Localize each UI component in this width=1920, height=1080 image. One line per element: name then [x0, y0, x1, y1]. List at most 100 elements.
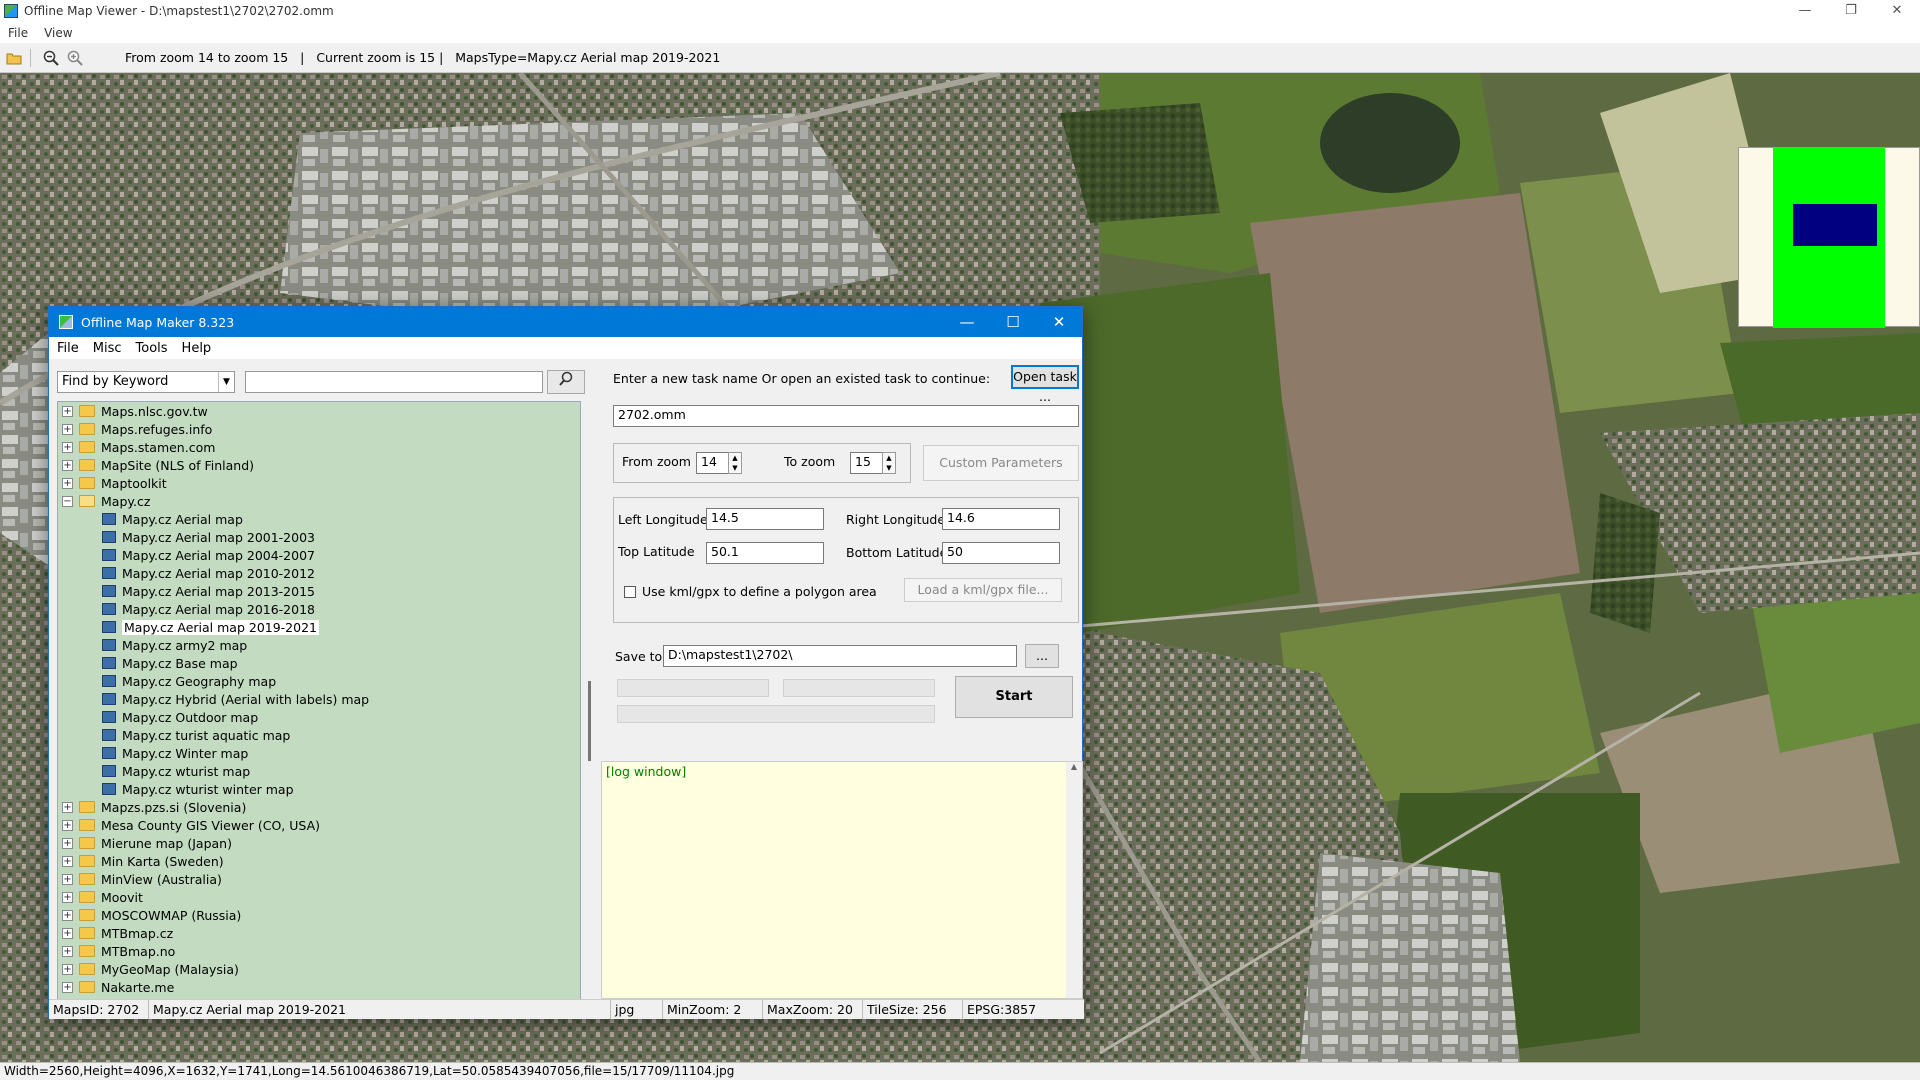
save-to-input[interactable]: D:\mapstest1\2702\	[663, 645, 1017, 667]
minimize-button[interactable]: —	[1782, 0, 1828, 22]
collapse-icon[interactable]: −	[62, 495, 73, 507]
folder-icon	[79, 873, 95, 885]
dialog-menu-misc[interactable]: Misc	[93, 341, 122, 356]
tree-item[interactable]: + Nakarte.me	[58, 978, 580, 996]
expand-icon[interactable]: +	[62, 441, 73, 453]
dialog-maximize-button[interactable]: ☐	[990, 307, 1036, 337]
open-task-button[interactable]: Open task ...	[1011, 365, 1079, 404]
custom-parameters-button[interactable]: Custom Parameters	[923, 445, 1079, 481]
tree-item-label: Mapy.cz Aerial map 2019-2021	[122, 619, 319, 635]
tree-item[interactable]: Mapy.cz Geography map	[58, 672, 580, 690]
expand-icon[interactable]: +	[62, 873, 73, 885]
from-zoom-input[interactable]: 14	[696, 452, 730, 474]
zoom-in-icon[interactable]	[65, 48, 85, 68]
right-longitude-input[interactable]: 14.6	[942, 508, 1060, 530]
tree-item[interactable]: + Mierune map (Japan)	[58, 834, 580, 852]
tree-item[interactable]: Mapy.cz Aerial map 2001-2003	[58, 528, 580, 546]
tree-item[interactable]: + MapSite (NLS of Finland)	[58, 456, 580, 474]
expand-icon[interactable]: +	[62, 819, 73, 831]
tree-scrollbar-thumb[interactable]	[588, 681, 591, 761]
tree-item[interactable]: Mapy.cz Base map	[58, 654, 580, 672]
expand-icon[interactable]: +	[62, 405, 73, 417]
tree-item[interactable]: Mapy.cz Hybrid (Aerial with labels) map	[58, 690, 580, 708]
zoom-out-icon[interactable]	[41, 48, 61, 68]
to-zoom-spinner[interactable]: ▲ ▼	[882, 452, 896, 474]
tree-item[interactable]: Mapy.cz army2 map	[58, 636, 580, 654]
tree-item[interactable]: + Maps.refuges.info	[58, 420, 580, 438]
dropdown-arrow-icon[interactable]: ▼	[218, 372, 234, 392]
tree-item[interactable]: + Moovit	[58, 888, 580, 906]
to-zoom-input[interactable]: 15	[850, 452, 884, 474]
dialog-menu-file[interactable]: File	[57, 341, 79, 356]
bottom-latitude-input[interactable]: 50	[942, 542, 1060, 564]
start-button[interactable]: Start	[955, 676, 1073, 718]
tree-item[interactable]: + MTBmap.no	[58, 942, 580, 960]
tree-item[interactable]: − Mapy.cz	[58, 492, 580, 510]
find-mode-select[interactable]: Find by Keyword ▼	[57, 371, 235, 393]
tree-item[interactable]: Mapy.cz turist aquatic map	[58, 726, 580, 744]
tree-item[interactable]: + MinView (Australia)	[58, 870, 580, 888]
tree-item[interactable]: Mapy.cz Outdoor map	[58, 708, 580, 726]
folder-icon	[79, 891, 95, 903]
tree-item[interactable]: Mapy.cz Winter map	[58, 744, 580, 762]
tree-item[interactable]: + MTBmap.cz	[58, 924, 580, 942]
tree-item[interactable]: + Mapzs.pzs.si (Slovenia)	[58, 798, 580, 816]
expand-icon[interactable]: +	[62, 459, 73, 471]
tree-item[interactable]: Mapy.cz wturist winter map	[58, 780, 580, 798]
tree-item[interactable]: Mapy.cz Aerial map 2010-2012	[58, 564, 580, 582]
expand-icon[interactable]: +	[62, 801, 73, 813]
minimap[interactable]	[1738, 147, 1920, 328]
tree-item[interactable]: Mapy.cz Aerial map 2016-2018	[58, 600, 580, 618]
minimap-viewport[interactable]	[1793, 204, 1877, 246]
status-max-zoom: MaxZoom: 20	[763, 1000, 863, 1019]
dialog-menu-tools[interactable]: Tools	[136, 341, 168, 356]
expand-icon[interactable]: +	[62, 891, 73, 903]
left-longitude-input[interactable]: 14.5	[706, 508, 824, 530]
tree-item[interactable]: + Min Karta (Sweden)	[58, 852, 580, 870]
tree-item[interactable]: + MyGeoMap (Malaysia)	[58, 960, 580, 978]
map-source-pane: Find by Keyword ▼ + Maps.nlsc.gov.tw + Maps…	[53, 363, 598, 1005]
expand-icon[interactable]: +	[62, 423, 73, 435]
tree-item[interactable]: + MOSCOWMAP (Russia)	[58, 906, 580, 924]
log-scrollbar[interactable]: ▲	[1066, 762, 1082, 998]
tree-scrollbar[interactable]	[585, 401, 595, 1001]
tree-item[interactable]: Mapy.cz Aerial map 2013-2015	[58, 582, 580, 600]
expand-icon[interactable]: +	[62, 945, 73, 957]
expand-icon[interactable]: +	[62, 909, 73, 921]
tree-item[interactable]: + Mesa County GIS Viewer (CO, USA)	[58, 816, 580, 834]
from-zoom-spinner[interactable]: ▲ ▼	[728, 452, 742, 474]
expand-icon[interactable]: +	[62, 477, 73, 489]
search-button[interactable]	[547, 370, 585, 394]
map-source-tree[interactable]: + Maps.nlsc.gov.tw + Maps.refuges.info + Maps…	[57, 401, 581, 1001]
tree-item[interactable]: Mapy.cz Aerial map	[58, 510, 580, 528]
tree-item[interactable]: + Maps.stamen.com	[58, 438, 580, 456]
close-button[interactable]: ✕	[1874, 0, 1920, 22]
log-window[interactable]: [log window] ▲	[601, 761, 1083, 999]
expand-icon[interactable]: +	[62, 837, 73, 849]
expand-icon[interactable]: +	[62, 981, 73, 993]
find-keyword-input[interactable]	[245, 371, 543, 393]
menu-file[interactable]: File	[8, 26, 28, 40]
expand-icon[interactable]: +	[62, 927, 73, 939]
map-icon	[102, 513, 116, 525]
top-latitude-input[interactable]: 50.1	[706, 542, 824, 564]
restore-button[interactable]: ❐	[1828, 0, 1874, 22]
expand-icon[interactable]: +	[62, 855, 73, 867]
expand-icon[interactable]: +	[62, 963, 73, 975]
load-kml-button[interactable]: Load a kml/gpx file...	[904, 578, 1062, 602]
tree-item[interactable]: + Maps.nlsc.gov.tw	[58, 402, 580, 420]
use-kml-checkbox[interactable]	[624, 586, 636, 598]
tree-item[interactable]: Mapy.cz Aerial map 2004-2007	[58, 546, 580, 564]
task-name-input[interactable]: 2702.omm	[613, 405, 1079, 427]
tree-item[interactable]: Mapy.cz Aerial map 2019-2021	[58, 618, 580, 636]
dialog-close-button[interactable]: ✕	[1036, 307, 1082, 337]
dialog-app-icon	[59, 315, 73, 329]
tree-item[interactable]: + Maptoolkit	[58, 474, 580, 492]
dialog-minimize-button[interactable]: —	[944, 307, 990, 337]
open-folder-icon[interactable]	[4, 48, 24, 68]
browse-button[interactable]: ...	[1025, 644, 1059, 668]
menu-view[interactable]: View	[44, 26, 72, 40]
dialog-menu-help[interactable]: Help	[182, 341, 212, 356]
tree-item[interactable]: Mapy.cz wturist map	[58, 762, 580, 780]
tree-item-label: Mapy.cz Geography map	[122, 673, 277, 689]
